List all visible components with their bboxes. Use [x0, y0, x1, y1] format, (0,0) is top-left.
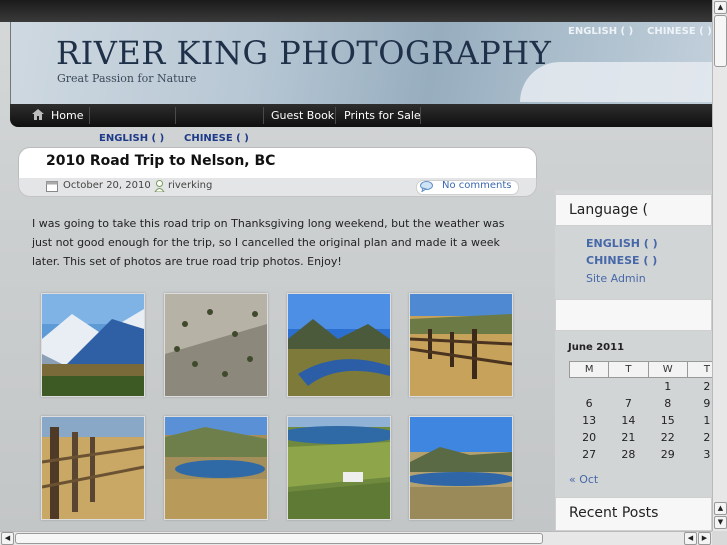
rocky-slope-photo: [165, 294, 267, 396]
calendar-weekday: T: [608, 361, 649, 378]
nav-guest-book[interactable]: Guest Book: [271, 104, 334, 127]
widget-recent-posts-heading: Recent Posts: [569, 505, 659, 521]
photo-thumbnail[interactable]: [164, 416, 268, 520]
photo-thumbnail[interactable]: [41, 293, 145, 397]
calendar-day: 6: [585, 397, 593, 410]
home-icon: [32, 109, 44, 120]
nav-prints-for-sale[interactable]: Prints for Sale: [344, 104, 421, 127]
vertical-scroll-thumb[interactable]: [714, 15, 727, 67]
nav-divider: [420, 107, 421, 124]
comment-bubble-icon: [420, 181, 433, 192]
photo-thumbnail[interactable]: [164, 293, 268, 397]
photo-thumbnail[interactable]: [287, 416, 391, 520]
photo-thumbnail[interactable]: [287, 293, 391, 397]
post-author[interactable]: riverking: [168, 180, 212, 191]
calendar-day: 27: [582, 448, 597, 461]
river-canyon-photo: [288, 294, 390, 396]
calendar-weekday: M: [568, 361, 610, 378]
calendar-prev-link[interactable]: « Oct: [569, 473, 598, 486]
lang-english-link[interactable]: ENGLISH ( ): [99, 133, 164, 144]
top-strip: [0, 0, 712, 22]
calendar-day: [570, 378, 609, 396]
calendar-day: 29: [660, 448, 675, 461]
sidebar-lang-chinese[interactable]: CHINESE ( ): [586, 254, 657, 267]
widget-language-heading: Language (: [569, 202, 649, 218]
calendar-day: 1: [664, 380, 672, 393]
lakeside-town-photo: [410, 417, 512, 519]
sidebar-lang-english[interactable]: ENGLISH ( ): [586, 237, 658, 250]
nav-home[interactable]: Home: [32, 104, 83, 127]
scroll-left-arrow-icon[interactable]: ◀: [1, 532, 14, 545]
horizontal-scrollbar[interactable]: ◀ ◀ ▶: [0, 531, 712, 545]
lake-valley-photo: [165, 417, 267, 519]
scrollbar-corner: [712, 531, 727, 545]
header-lang-english[interactable]: ENGLISH ( ): [568, 26, 633, 37]
nav-divider: [89, 107, 90, 124]
calendar-icon: [46, 181, 58, 192]
widget-recent-posts-title: Recent Posts: [555, 497, 712, 531]
calendar-day: 8: [664, 397, 672, 410]
post-date: October 20, 2010: [63, 180, 151, 191]
photo-thumbnail[interactable]: [409, 293, 513, 397]
calendar-day: 20: [582, 431, 597, 444]
calendar-day: 21: [621, 431, 636, 444]
site-admin-link[interactable]: Site Admin: [586, 272, 646, 285]
calendar-day: 28: [621, 448, 636, 461]
photo-thumbnail[interactable]: [409, 416, 513, 520]
nav-divider: [335, 107, 336, 124]
post-title[interactable]: 2010 Road Trip to Nelson, BC: [46, 153, 275, 169]
header-lang-chinese[interactable]: CHINESE ( ): [647, 26, 712, 37]
fence-posts-photo: [42, 417, 144, 519]
post-body-text: I was going to take this road trip on Th…: [32, 217, 505, 268]
calendar-day: 22: [660, 431, 675, 444]
calendar-day: 13: [582, 414, 597, 427]
scroll-right-arrow-icon[interactable]: ▶: [698, 532, 711, 545]
site-title[interactable]: RIVER KING PHOTOGRAPHY: [56, 34, 551, 72]
lang-chinese-link[interactable]: CHINESE ( ): [184, 133, 249, 144]
main-nav: Home Guest Book Prints for Sale: [10, 104, 712, 127]
mountain-valley-photo: [42, 294, 144, 396]
nav-divider: [175, 107, 176, 124]
calendar-day: 15: [660, 414, 675, 427]
nav-home-label: Home: [51, 109, 84, 122]
scroll-up-arrow-icon[interactable]: ▲: [714, 1, 727, 14]
nav-divider: [263, 107, 264, 124]
scroll-down-arrow-icon[interactable]: ▼: [714, 516, 727, 529]
comments-link[interactable]: No comments: [442, 180, 512, 191]
scroll-up-arrow-icon[interactable]: ▲: [714, 502, 727, 515]
calendar-table: M T W T 1 2 6 7 8 9 13 14 15 1 20 21 22 …: [568, 361, 727, 463]
photo-thumbnail[interactable]: [41, 416, 145, 520]
vineyard-lake-photo: [288, 417, 390, 519]
widget-calendar-title: [555, 299, 712, 331]
scroll-left-arrow-icon[interactable]: ◀: [684, 532, 697, 545]
calendar-day: 14: [621, 414, 636, 427]
widget-language-title: Language (: [555, 194, 712, 226]
vertical-scrollbar[interactable]: ▲ ▲ ▼: [712, 0, 727, 531]
site-description: Great Passion for Nature: [57, 72, 197, 85]
calendar-caption: June 2011: [568, 342, 625, 353]
author-icon: [154, 180, 165, 192]
wooden-fence-photo: [410, 294, 512, 396]
calendar-day: [609, 378, 648, 396]
calendar-weekday: W: [647, 361, 688, 378]
calendar-day: 7: [624, 397, 632, 410]
horizontal-scroll-thumb[interactable]: [15, 533, 543, 544]
